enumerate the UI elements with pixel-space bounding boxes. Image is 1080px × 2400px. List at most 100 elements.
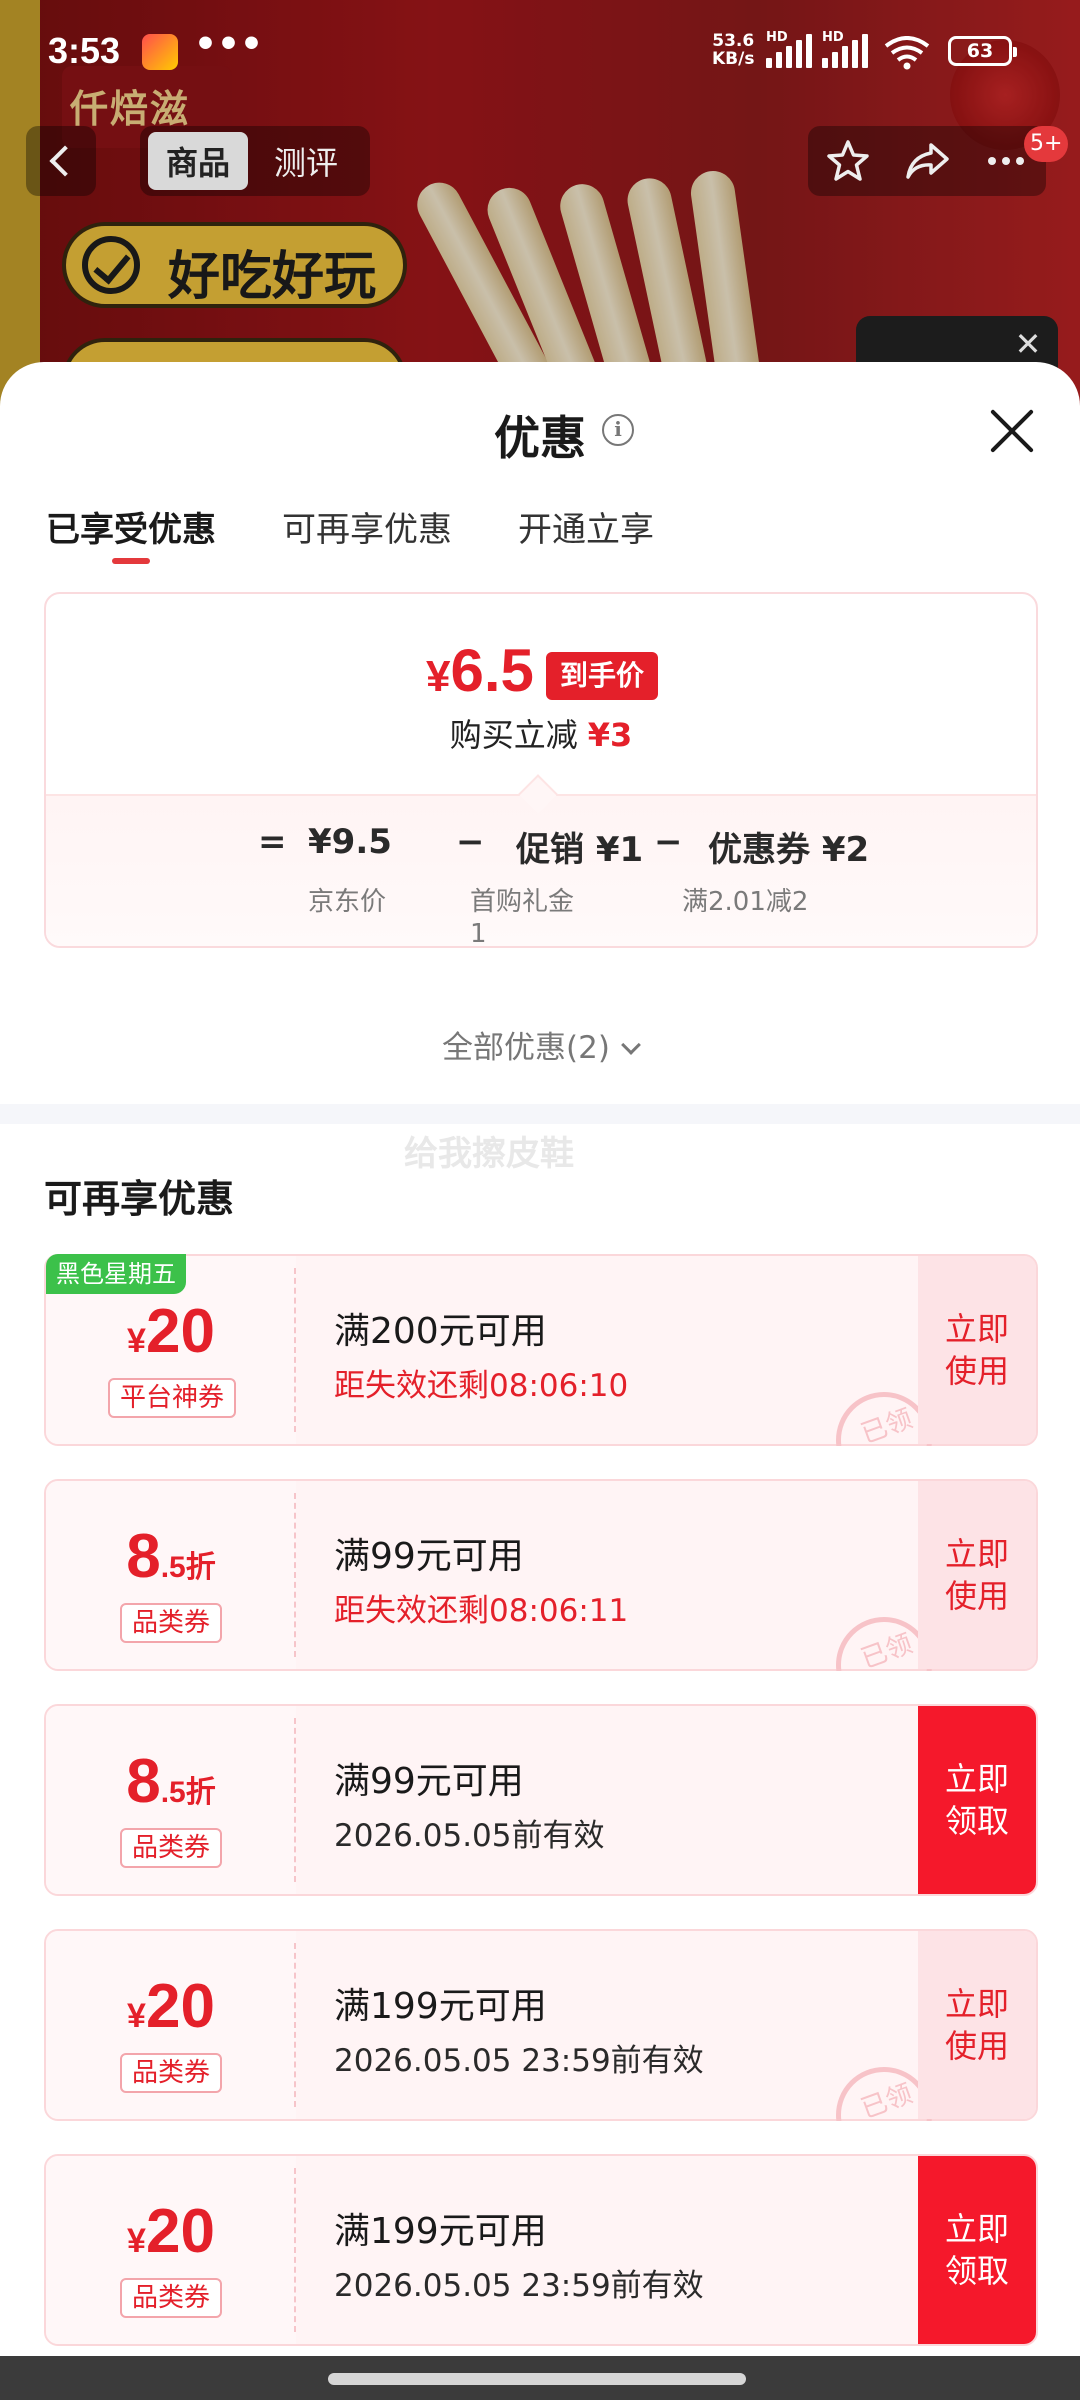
hd-label: HD bbox=[822, 30, 844, 45]
network-speed-value: 53.6 bbox=[712, 31, 755, 51]
coupon-amount: 优惠券 ¥2 bbox=[708, 830, 870, 870]
sheet-title: 优惠 bbox=[494, 411, 586, 465]
coupon-validity: 2026.05.05 23:59前有效 bbox=[334, 2268, 704, 2304]
tab-review[interactable]: 测评 bbox=[256, 132, 356, 190]
coupon-countdown: 距失效还剩08:06:10 bbox=[334, 1368, 629, 1404]
share-icon[interactable] bbox=[903, 137, 951, 185]
close-button[interactable] bbox=[986, 402, 1038, 454]
coupon-label: 满2.01减2 bbox=[682, 887, 809, 917]
battery-indicator: 63 bbox=[948, 36, 1017, 66]
action-line: 使用 bbox=[944, 2027, 1009, 2065]
coupon-countdown: 距失效还剩08:06:11 bbox=[334, 1593, 629, 1629]
claimed-stamp-text: 已领 bbox=[857, 1628, 917, 1671]
section-divider bbox=[0, 1104, 1080, 1124]
coupon-perforation bbox=[294, 1493, 296, 1657]
action-line: 立即 bbox=[944, 1985, 1009, 2023]
currency-symbol: ¥ bbox=[426, 652, 451, 701]
coupon-amount: 20 bbox=[145, 1297, 215, 1366]
coupon-type: 品类券 bbox=[120, 2278, 223, 2318]
home-indicator[interactable] bbox=[328, 2373, 746, 2385]
coupon-card: 8.5折 品类券 满99元可用 2026.05.05前有效 立即 领取 bbox=[44, 1704, 1038, 1896]
coupon-currency-symbol: ¥ bbox=[127, 2222, 146, 2260]
price-summary-card: ¥6.5 到手价 购买立减 ¥3 = ¥9.5 − 促销 ¥1 − 优惠券 ¥2 … bbox=[44, 592, 1038, 948]
coupon-condition: 满199元可用 bbox=[334, 1986, 547, 2027]
promo-amount: 促销 ¥1 bbox=[516, 830, 644, 870]
discount-tabs: 已享受优惠 可再享优惠 开通立享 bbox=[46, 502, 654, 572]
promo-label-line1: 首购礼金 bbox=[470, 887, 575, 917]
coupon-validity: 2026.05.05 23:59前有效 bbox=[334, 2043, 704, 2079]
coupon-card: 黑色星期五 ¥20 平台神券 满200元可用 距失效还剩08:06:10 已领 … bbox=[44, 1254, 1038, 1446]
final-price-tag: 到手价 bbox=[546, 652, 659, 700]
jd-price: ¥9.5 bbox=[308, 822, 392, 862]
coupon-amount: 20 bbox=[145, 2197, 215, 2266]
coupon-value: ¥20 bbox=[46, 1296, 296, 1367]
back-button[interactable] bbox=[26, 126, 96, 196]
action-line: 立即 bbox=[944, 1760, 1009, 1798]
reduce-value: ¥3 bbox=[587, 716, 633, 754]
coupon-perforation bbox=[294, 1268, 296, 1432]
reduce-line: 购买立减 ¥3 bbox=[46, 710, 1036, 756]
coupon-card: 8.5折 品类券 满99元可用 距失效还剩08:06:11 已领 立即使用 bbox=[44, 1479, 1038, 1671]
coupon-currency-symbol: ¥ bbox=[127, 1997, 146, 2035]
coupon-type: 品类券 bbox=[120, 1603, 223, 1643]
equals-sign: = bbox=[258, 822, 287, 862]
coupon-value: ¥20 bbox=[46, 2196, 296, 2267]
promo-label-line2: 1 bbox=[470, 919, 487, 948]
use-now-button[interactable]: 立即 使用 bbox=[918, 1256, 1036, 1444]
coupon-value: 8.5折 bbox=[46, 1521, 296, 1592]
promo-label: 首购礼金 1 bbox=[470, 886, 575, 948]
status-time: 3:53 bbox=[48, 30, 121, 71]
action-line: 领取 bbox=[944, 1802, 1009, 1840]
nav-tabs: 商品 测评 bbox=[140, 126, 370, 196]
coupon-type: 品类券 bbox=[120, 1828, 223, 1868]
coupon-perforation bbox=[294, 1718, 296, 1882]
coupon-condition: 满99元可用 bbox=[334, 1536, 524, 1577]
price-breakdown: = ¥9.5 − 促销 ¥1 − 优惠券 ¥2 京东价 首购礼金 1 满2.01… bbox=[46, 794, 1036, 948]
info-icon[interactable]: i bbox=[602, 414, 634, 446]
coupon-amount: 8 bbox=[126, 1522, 161, 1591]
all-offers-label: 全部优惠(2) bbox=[442, 1030, 610, 1066]
coupon-type: 品类券 bbox=[120, 2053, 223, 2093]
minus-sign: − bbox=[654, 822, 683, 862]
action-line: 使用 bbox=[944, 1577, 1009, 1615]
star-icon[interactable] bbox=[824, 137, 872, 185]
action-line: 领取 bbox=[944, 2252, 1009, 2290]
coupon-corner-tag: 黑色星期五 bbox=[46, 1254, 186, 1294]
close-icon[interactable]: ✕ bbox=[1010, 326, 1046, 362]
all-offers-toggle[interactable]: 全部优惠(2) bbox=[0, 1022, 1080, 1067]
status-more-icon: ••• bbox=[194, 24, 264, 65]
wifi-icon bbox=[884, 36, 930, 70]
tab-enjoyed-discounts[interactable]: 已享受优惠 bbox=[46, 502, 216, 572]
notification-app-icon bbox=[142, 34, 178, 70]
signal-icon: HD bbox=[766, 30, 812, 68]
minus-sign: − bbox=[456, 822, 485, 862]
action-line: 立即 bbox=[944, 1535, 1009, 1573]
jd-price-label: 京东价 bbox=[308, 887, 387, 917]
tab-activate-discounts[interactable]: 开通立享 bbox=[518, 502, 654, 572]
claim-now-button[interactable]: 立即 领取 bbox=[918, 1706, 1036, 1894]
claimed-stamp-text: 已领 bbox=[857, 2078, 917, 2121]
action-line: 立即 bbox=[944, 1310, 1009, 1348]
coupon-condition: 满199元可用 bbox=[334, 2211, 547, 2252]
tab-more-discounts[interactable]: 可再享优惠 bbox=[282, 502, 452, 572]
message-count-badge: 5+ bbox=[1024, 126, 1069, 162]
coupon-discount-suffix: .5折 bbox=[160, 1551, 216, 1584]
action-line: 立即 bbox=[944, 2210, 1009, 2248]
network-speed: 53.6 KB/s bbox=[712, 32, 754, 68]
claimed-stamp-text: 已领 bbox=[857, 1403, 917, 1446]
use-now-button[interactable]: 立即 使用 bbox=[918, 1481, 1036, 1669]
claim-now-button[interactable]: 立即 领取 bbox=[918, 2156, 1036, 2344]
tab-product[interactable]: 商品 bbox=[148, 132, 249, 190]
coupon-amount: 20 bbox=[145, 1972, 215, 2041]
coupon-amount: 8 bbox=[126, 1747, 161, 1816]
network-speed-unit: KB/s bbox=[712, 49, 755, 69]
coupon-condition: 满200元可用 bbox=[334, 1311, 547, 1352]
coupon-perforation bbox=[294, 2168, 296, 2332]
section-title: 可再享优惠 bbox=[44, 1177, 235, 1221]
coupon-discount-suffix: .5折 bbox=[160, 1776, 216, 1809]
coupon-currency-symbol: ¥ bbox=[127, 1322, 146, 1360]
use-now-button[interactable]: 立即 使用 bbox=[918, 1931, 1036, 2119]
coupon-type: 平台神券 bbox=[108, 1378, 237, 1418]
coupon-card: ¥20 品类券 满199元可用 2026.05.05 23:59前有效 立即领取 bbox=[44, 2154, 1038, 2346]
coupon-value: ¥20 bbox=[46, 1971, 296, 2042]
